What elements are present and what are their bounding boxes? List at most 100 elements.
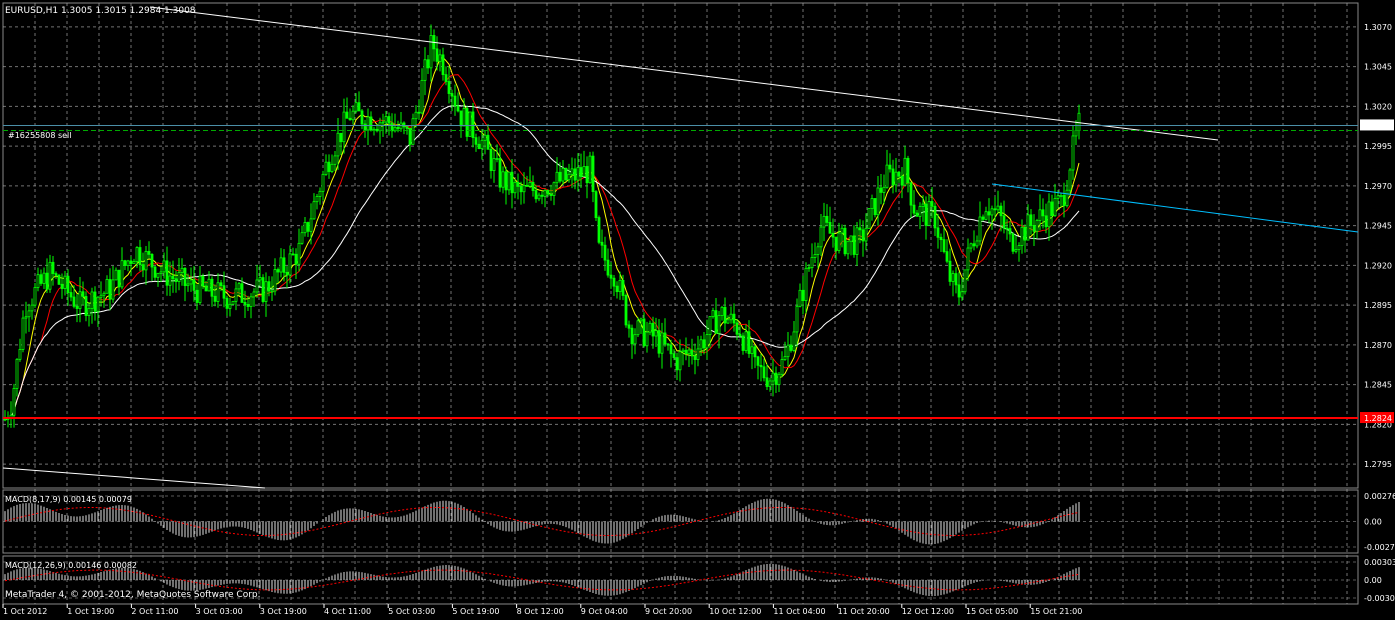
- candle-body: [714, 310, 718, 334]
- candle-body: [408, 128, 412, 145]
- candle-body: [585, 166, 589, 184]
- candle-body: [882, 186, 886, 193]
- candle-body: [822, 215, 826, 228]
- candle-body: [717, 315, 721, 334]
- candle-body: [519, 185, 523, 193]
- chart-canvas[interactable]: 1.3070 1.3045 1.3020 1.2995 1.2970 1.2945 1.29…: [0, 0, 1395, 620]
- candle-body: [297, 242, 301, 265]
- candle-body: [951, 273, 955, 282]
- candle-body: [768, 380, 772, 387]
- candle-body: [51, 261, 55, 274]
- candle-body: [105, 279, 109, 294]
- candle-body: [819, 226, 823, 248]
- candle-body: [1044, 215, 1048, 228]
- candle-body: [375, 128, 379, 132]
- candle-body: [93, 291, 97, 312]
- candle-body: [1017, 245, 1021, 250]
- candle-body: [1041, 209, 1045, 217]
- candle-body: [618, 279, 622, 293]
- candle-body: [486, 134, 490, 150]
- candle-body: [213, 295, 217, 302]
- candle-body: [540, 194, 544, 197]
- price-tick-label: 1.2795: [1364, 460, 1392, 469]
- candle-body: [366, 116, 370, 131]
- candle-body: [450, 93, 454, 97]
- candle-body: [636, 320, 640, 336]
- candle-body: [1047, 201, 1051, 228]
- candle-body: [36, 274, 40, 288]
- candle-body: [423, 59, 427, 81]
- candle-body: [72, 296, 76, 307]
- candle-body: [531, 182, 535, 191]
- candle-body: [909, 182, 913, 206]
- candle-body: [543, 190, 547, 197]
- candle-body: [927, 201, 931, 226]
- candle-body: [945, 251, 949, 262]
- candle-body: [111, 279, 115, 300]
- time-tick-label: 3 Oct 19:00: [260, 607, 307, 616]
- candle-body: [1062, 195, 1066, 207]
- candle-body: [27, 310, 31, 318]
- candle-body: [39, 274, 43, 284]
- candle-body: [702, 339, 706, 349]
- candle-body: [246, 304, 250, 307]
- candle-body: [1071, 135, 1075, 171]
- candle-body: [687, 349, 691, 355]
- price-tick-label: 1.2845: [1364, 381, 1392, 390]
- candle-body: [24, 316, 28, 319]
- candle-body: [684, 349, 688, 355]
- candle-body: [603, 244, 607, 261]
- candle-body: [369, 116, 373, 131]
- candle-body: [261, 277, 265, 302]
- candle-body: [588, 155, 592, 184]
- candle-body: [789, 344, 793, 351]
- time-tick-label: 4 Oct 11:00: [324, 607, 371, 616]
- trading-chart[interactable]: 1.3070 1.3045 1.3020 1.2995 1.2970 1.2945 1.29…: [0, 0, 1395, 620]
- candle-body: [774, 372, 778, 385]
- candle-body: [96, 296, 100, 312]
- time-tick-label: 5 Oct 03:00: [388, 607, 435, 616]
- time-tick-label: 3 Oct 03:00: [196, 607, 243, 616]
- candle-body: [708, 316, 712, 336]
- candle-body: [78, 291, 82, 309]
- candle-body: [699, 339, 703, 350]
- candle-body: [981, 216, 985, 220]
- candle-body: [924, 203, 928, 226]
- candle-body: [138, 247, 142, 266]
- candle-body: [273, 269, 277, 292]
- candle-body: [1035, 220, 1039, 232]
- candle-body: [564, 168, 568, 181]
- candle-body: [780, 359, 784, 375]
- candle-body: [984, 211, 988, 220]
- candle-body: [801, 289, 805, 302]
- candle-body: [444, 74, 448, 82]
- candle-body: [1038, 209, 1042, 221]
- candle-body: [57, 274, 61, 285]
- candle-body: [15, 358, 19, 389]
- candle-body: [222, 285, 226, 299]
- candle-body: [1056, 195, 1060, 199]
- candle-body: [81, 291, 85, 297]
- candle-body: [396, 126, 400, 130]
- candle-body: [591, 155, 595, 193]
- candle-body: [468, 111, 472, 137]
- candle-body: [1029, 214, 1033, 226]
- candle-body: [507, 171, 511, 191]
- candle-body: [696, 348, 700, 360]
- candle-body: [207, 278, 211, 292]
- candle-body: [48, 261, 52, 290]
- candle-body: [426, 59, 430, 69]
- candle-body: [579, 167, 583, 177]
- candle-body: [525, 184, 529, 187]
- candle-body: [210, 278, 214, 297]
- candle-body: [828, 222, 832, 234]
- candle-body: [558, 171, 562, 182]
- candle-body: [813, 254, 817, 258]
- candle-body: [669, 344, 673, 355]
- candle-body: [189, 279, 193, 285]
- candle-body: [1059, 195, 1063, 197]
- candle-body: [237, 283, 241, 290]
- candle-body: [666, 343, 670, 346]
- candle-body: [192, 279, 196, 291]
- candle-body: [744, 331, 748, 351]
